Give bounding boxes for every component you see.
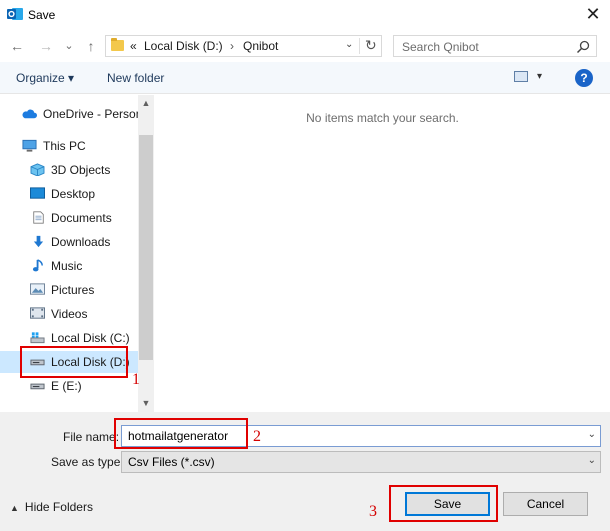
sidebar-item-3d-objects[interactable]: 3D Objects	[0, 159, 138, 181]
annotation-box-step-3	[389, 485, 498, 522]
sidebar-item-label: Documents	[51, 211, 112, 225]
music-icon	[32, 259, 43, 272]
breadcrumb-separator-icon[interactable]: ›	[230, 39, 234, 53]
breadcrumb-qnibot[interactable]: Qnibot	[243, 39, 278, 53]
sidebar-item-label: Videos	[51, 307, 88, 321]
view-icon[interactable]	[514, 71, 528, 82]
sidebar-item-music[interactable]: Music	[0, 255, 138, 277]
windows-drive-icon	[30, 332, 45, 344]
videos-icon	[30, 307, 45, 319]
downloads-icon	[33, 235, 44, 248]
documents-icon	[33, 211, 44, 224]
annotation-box-step-1	[20, 346, 128, 378]
annotation-number-2: 2	[253, 428, 261, 445]
annotation-box-step-2	[114, 418, 248, 449]
folder-icon	[111, 38, 124, 51]
organize-button[interactable]: Organize ▾	[16, 71, 74, 85]
address-dropdown-icon[interactable]: ⌄	[345, 39, 353, 50]
save-as-type-value: Csv Files (*.csv)	[128, 455, 215, 469]
sidebar-item-desktop[interactable]: Desktop	[0, 183, 138, 205]
sidebar-item-label: E (E:)	[51, 379, 82, 393]
hide-folders-label: Hide Folders	[24, 500, 93, 514]
address-bar[interactable]: « Local Disk (D:) › Qnibot ⌄ ↻	[105, 35, 382, 57]
chevron-down-icon[interactable]: ⌄	[588, 455, 596, 466]
title-bar: Save ✕	[0, 0, 610, 30]
window-title: Save	[28, 8, 56, 22]
empty-message: No items match your search.	[306, 111, 459, 125]
breadcrumb-local-disk-d[interactable]: Local Disk (D:)	[144, 39, 223, 53]
annotation-number-3: 3	[369, 503, 377, 520]
sidebar-item-label: Pictures	[51, 283, 95, 297]
drive-icon	[30, 383, 45, 390]
save-as-type-select[interactable]: Csv Files (*.csv) ⌄	[121, 451, 601, 473]
desktop-icon	[30, 187, 45, 199]
computer-icon	[22, 139, 37, 152]
sidebar-item-label: 3D Objects	[51, 163, 111, 177]
chevron-up-icon: ▲	[10, 503, 19, 513]
chevron-down-icon: ▾	[68, 71, 75, 85]
3d-objects-icon	[30, 163, 45, 176]
sidebar-item-label: Desktop	[51, 187, 96, 201]
sidebar-scrollbar[interactable]: ▲ ▼	[138, 95, 154, 413]
close-icon[interactable]: ✕	[582, 4, 604, 24]
file-name-label: File name:	[63, 430, 120, 444]
sidebar-item-label: This PC	[43, 139, 86, 153]
cancel-button[interactable]: Cancel	[503, 492, 588, 516]
sidebar-item-pictures[interactable]: Pictures	[0, 279, 138, 301]
sidebar-item-label: OneDrive - Person	[43, 107, 143, 121]
search-input[interactable]: Search Qnibot	[393, 35, 597, 57]
breadcrumb-overflow[interactable]: «	[130, 39, 137, 53]
horizontal-scrollbar[interactable]	[0, 412, 610, 420]
sidebar-item-label: Downloads	[51, 235, 111, 249]
forward-arrow-icon[interactable]: →	[37, 37, 55, 55]
sidebar-item-label: Music	[51, 259, 83, 273]
search-placeholder: Search Qnibot	[402, 40, 479, 54]
sidebar-item-onedrive[interactable]: OneDrive - Person	[0, 103, 142, 125]
sidebar-item-e-drive[interactable]: E (E:)	[0, 375, 138, 397]
chevron-down-icon[interactable]: ⌄	[588, 429, 596, 440]
sidebar-item-documents[interactable]: Documents	[0, 207, 138, 229]
recent-locations-chevron-icon[interactable]: ⌄	[63, 37, 75, 55]
address-divider	[359, 38, 360, 54]
search-icon[interactable]	[576, 40, 590, 54]
help-button[interactable]: ?	[575, 69, 593, 87]
back-arrow-icon[interactable]: ←	[8, 37, 26, 55]
sidebar-item-label: Local Disk (C:)	[51, 331, 130, 345]
sidebar-item-this-pc[interactable]: This PC	[0, 135, 138, 157]
toolbar: Organize ▾ New folder ▾ ?	[0, 62, 610, 94]
hide-folders-button[interactable]: ▲ Hide Folders	[10, 500, 93, 514]
save-form: File name: hotmailatgenerator ⌄ Save as …	[0, 420, 610, 531]
scroll-down-icon[interactable]: ▼	[138, 395, 154, 412]
scroll-up-icon[interactable]: ▲	[138, 95, 154, 112]
sidebar-item-videos[interactable]: Videos	[0, 303, 138, 325]
outlook-app-icon	[7, 8, 23, 20]
file-list-area[interactable]: No items match your search.	[155, 95, 610, 413]
sidebar-item-downloads[interactable]: Downloads	[0, 231, 138, 253]
organize-label: Organize	[16, 71, 65, 85]
save-as-type-label: Save as type:	[51, 455, 124, 469]
pictures-icon	[30, 283, 45, 295]
scrollbar-thumb[interactable]	[139, 135, 153, 360]
new-folder-button[interactable]: New folder	[107, 71, 164, 85]
refresh-icon[interactable]: ↻	[365, 37, 377, 54]
onedrive-cloud-icon	[22, 109, 37, 119]
annotation-number-1: 1	[132, 371, 140, 388]
view-dropdown-icon[interactable]: ▾	[537, 71, 542, 82]
up-arrow-icon[interactable]: ↑	[82, 37, 100, 55]
